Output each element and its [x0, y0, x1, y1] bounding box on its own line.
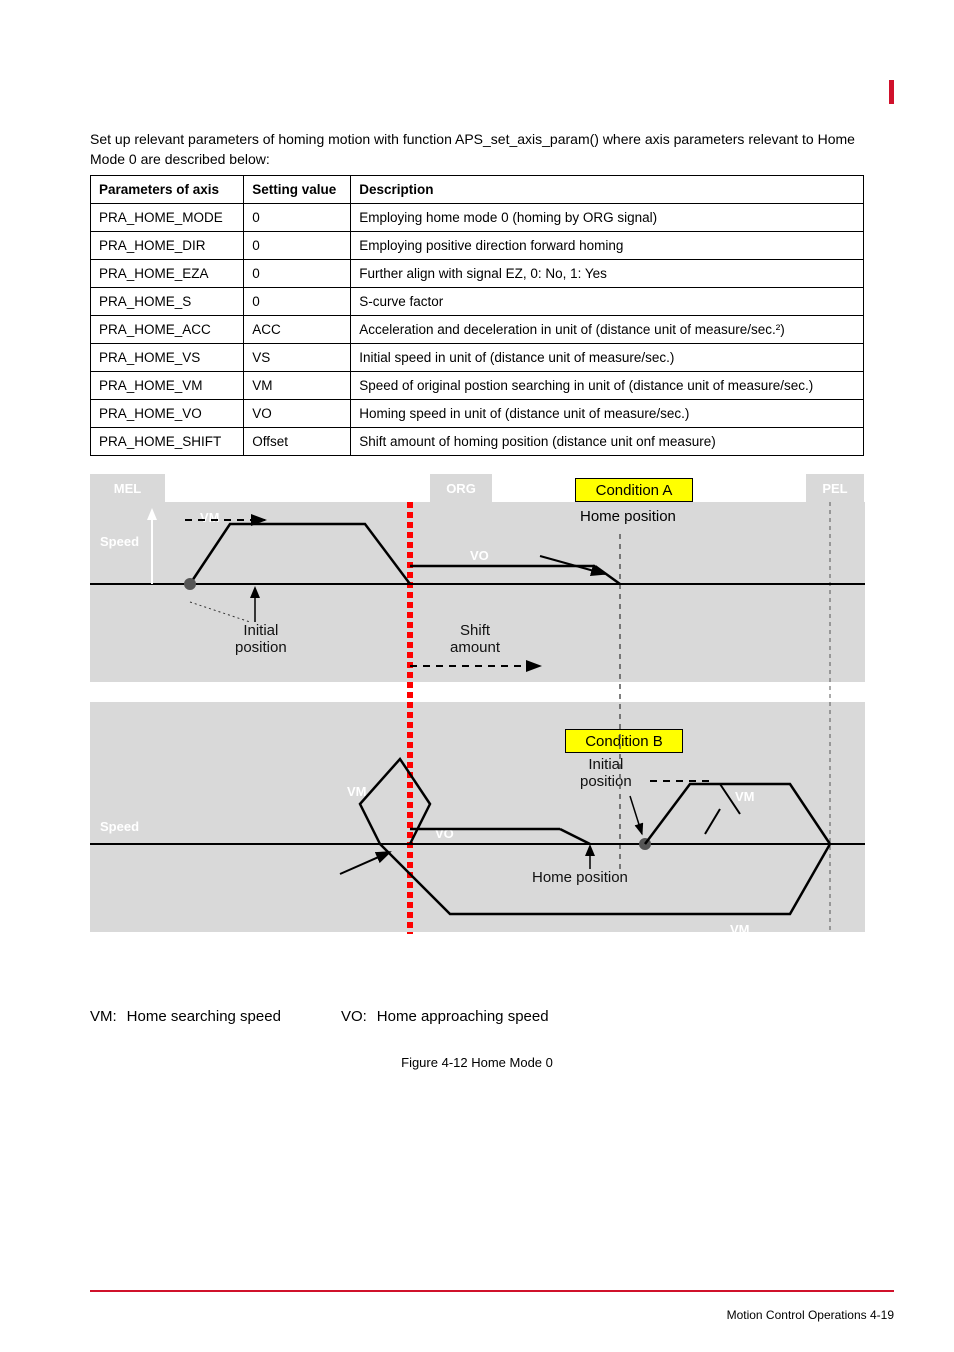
footer-text: Motion Control Operations 4-19 [727, 1308, 894, 1322]
table-row: PRA_HOME_EZA0Further align with signal E… [91, 260, 864, 288]
table-row: PRA_HOME_VSVSInitial speed in unit of (d… [91, 344, 864, 372]
legend: VM:Home searching speed VO:Home approach… [90, 1008, 864, 1025]
table-row: PRA_HOME_VMVMSpeed of original postion s… [91, 372, 864, 400]
th-value: Setting value [244, 176, 351, 204]
figure-svg [90, 474, 865, 944]
table-row: PRA_HOME_ACCACCAcceleration and decelera… [91, 316, 864, 344]
th-desc: Description [351, 176, 864, 204]
red-accent-bar [889, 80, 894, 104]
footer-rule [90, 1290, 894, 1292]
intro-text: Set up relevant parameters of homing mot… [90, 130, 864, 169]
legend-vm: VM:Home searching speed [90, 1008, 281, 1025]
table-row: PRA_HOME_VOVOHoming speed in unit of (di… [91, 400, 864, 428]
table-row: PRA_HOME_S0S-curve factor [91, 288, 864, 316]
table-row: PRA_HOME_SHIFTOffsetShift amount of homi… [91, 428, 864, 456]
table-row: PRA_HOME_MODE0Employing home mode 0 (hom… [91, 204, 864, 232]
th-param: Parameters of axis [91, 176, 244, 204]
parameters-table: Parameters of axis Setting value Descrip… [90, 175, 864, 456]
figure-caption: Figure 4-12 Home Mode 0 [90, 1055, 864, 1070]
legend-vo: VO:Home approaching speed [341, 1008, 549, 1025]
homing-figure: MEL ORG PEL Condition A Home position Co… [90, 474, 864, 994]
table-row: PRA_HOME_DIR0Employing positive directio… [91, 232, 864, 260]
